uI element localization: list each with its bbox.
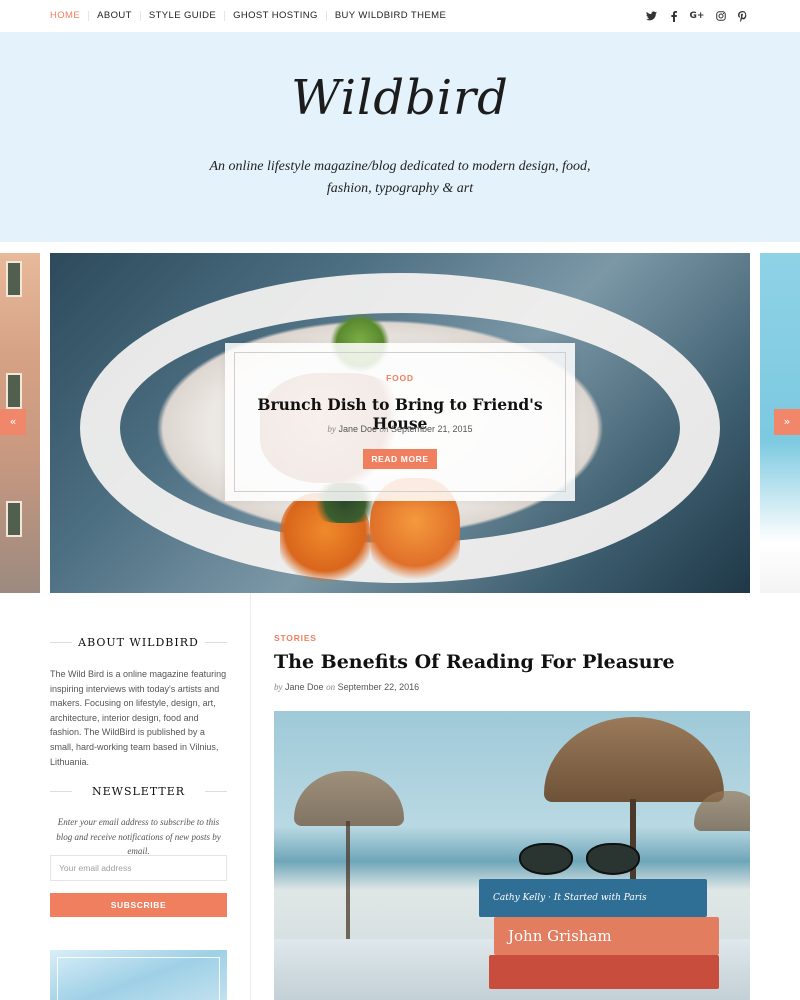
newsletter-widget-title: Newsletter — [50, 785, 227, 798]
about-widget-title: About Wildbird — [50, 636, 227, 649]
post-meta: by Jane Doe on September 22, 2016 — [274, 682, 419, 692]
sunglasses-left-lens — [519, 843, 573, 875]
nav-item-buy-theme[interactable]: Buy WildBird Theme — [325, 11, 454, 21]
post-date: September 22, 2016 — [337, 682, 420, 692]
nav-item-ghost-hosting[interactable]: Ghost Hosting — [224, 11, 326, 21]
site-header: Wildbird An online lifestyle magazine/bl… — [0, 32, 800, 242]
pinterest-icon[interactable] — [737, 10, 748, 22]
post-featured-image[interactable]: Cathy Kelly · It Started with Paris John… — [274, 711, 750, 1000]
main-menu: Home About Style Guide Ghost Hosting Buy… — [50, 0, 454, 32]
meta-by-label: by — [327, 424, 336, 434]
latest-post: Stories The Benefits Of Reading For Plea… — [274, 593, 750, 1000]
twitter-icon[interactable] — [646, 11, 657, 22]
featured-post-date: September 21, 2015 — [391, 424, 473, 434]
newsletter-email-input[interactable] — [50, 855, 227, 881]
book-cathy-kelly: Cathy Kelly · It Started with Paris — [479, 879, 707, 917]
post-author[interactable]: Jane Doe — [285, 682, 324, 692]
featured-slide-image: Food Brunch Dish to Bring to Friend's Ho… — [50, 253, 750, 593]
social-links: G+ — [646, 0, 748, 32]
meta-by-label: by — [274, 682, 283, 692]
sidebar-featured-image[interactable] — [50, 950, 227, 1000]
featured-post-category[interactable]: Food — [235, 373, 565, 383]
read-more-button[interactable]: Read More — [363, 449, 437, 469]
facebook-icon[interactable] — [668, 10, 679, 22]
meta-on-label: on — [326, 682, 336, 692]
featured-post-card: Food Brunch Dish to Bring to Friend's Ho… — [225, 343, 575, 501]
google-plus-icon[interactable]: G+ — [690, 11, 705, 22]
subscribe-button[interactable]: Subscribe — [50, 893, 227, 917]
nav-item-about[interactable]: About — [88, 11, 140, 21]
nav-item-style-guide[interactable]: Style Guide — [139, 11, 224, 21]
instagram-icon[interactable] — [715, 11, 726, 22]
post-title[interactable]: The Benefits Of Reading For Pleasure — [274, 651, 750, 673]
post-category[interactable]: Stories — [274, 633, 317, 643]
slider-prev-arrow-icon[interactable]: « — [0, 409, 26, 435]
sidebar-divider — [250, 593, 251, 1000]
newsletter-description: Enter your email address to subscribe to… — [56, 817, 221, 856]
sunglasses-right-lens — [586, 843, 640, 875]
site-logo[interactable]: Wildbird — [0, 70, 800, 126]
featured-slider: Food Brunch Dish to Bring to Friend's Ho… — [0, 253, 800, 593]
featured-post-meta: by Jane Doe on September 21, 2015 — [235, 424, 565, 434]
slider-next-arrow-icon[interactable]: » — [774, 409, 800, 435]
about-widget-text: The Wild Bird is a online magazine featu… — [50, 669, 227, 767]
top-navigation-bar: Home About Style Guide Ghost Hosting Buy… — [0, 0, 800, 32]
meta-on-label: on — [379, 424, 389, 434]
site-tagline: An online lifestyle magazine/blog dedica… — [209, 159, 591, 196]
book-john-grisham: John Grisham — [494, 917, 719, 955]
sidebar: About Wildbird The Wild Bird is a online… — [50, 593, 227, 1000]
featured-post-author[interactable]: Jane Doe — [338, 424, 377, 434]
book-bottom — [489, 955, 719, 989]
nav-item-home[interactable]: Home — [50, 11, 88, 21]
